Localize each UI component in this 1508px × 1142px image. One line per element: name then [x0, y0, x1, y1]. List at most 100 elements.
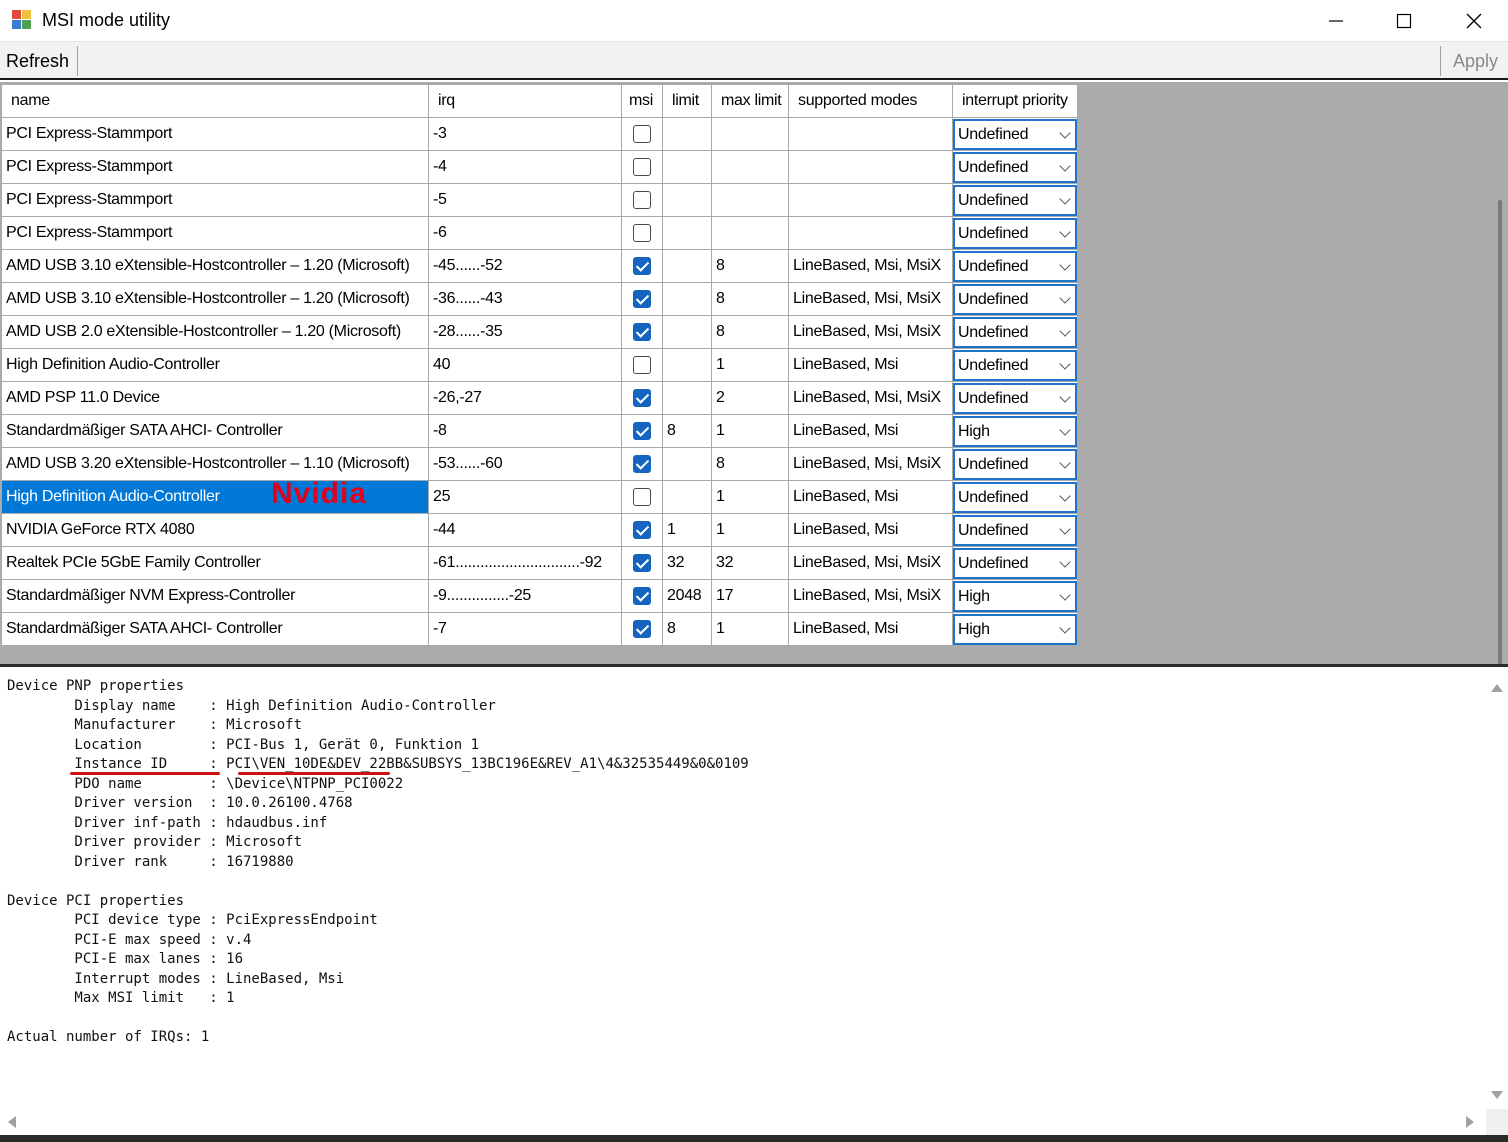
cell-name[interactable]: NVIDIA GeForce RTX 4080 [1, 513, 429, 547]
cell-limit[interactable]: 8 [662, 414, 712, 448]
cell-max-limit[interactable]: 2 [711, 381, 789, 415]
grid-scrollbar[interactable] [1498, 200, 1502, 722]
cell-irq[interactable]: 40 [428, 348, 622, 382]
column-header-max-limit[interactable]: max limit [711, 84, 789, 118]
msi-checkbox[interactable] [633, 620, 651, 638]
cell-irq[interactable]: -61..............................-92 [428, 546, 622, 580]
cell-name[interactable]: Standardmäßiger NVM Express-Controller [1, 579, 429, 613]
close-button[interactable] [1440, 0, 1508, 42]
column-header-msi[interactable]: msi [621, 84, 663, 118]
cell-supported-modes[interactable]: LineBased, Msi, MsiX [788, 546, 953, 580]
device-row[interactable]: PCI Express-Stammport -3 Undefined [1, 117, 1078, 151]
column-header-supported-modes[interactable]: supported modes [788, 84, 953, 118]
cell-max-limit[interactable]: 8 [711, 447, 789, 481]
device-row[interactable]: Standardmäßiger NVM Express-Controller -9… [1, 579, 1078, 613]
cell-supported-modes[interactable]: LineBased, Msi [788, 612, 953, 646]
cell-supported-modes[interactable] [788, 216, 953, 250]
msi-checkbox[interactable] [633, 587, 651, 605]
cell-name[interactable]: PCI Express-Stammport [1, 183, 429, 217]
cell-supported-modes[interactable] [788, 117, 953, 151]
refresh-button[interactable]: Refresh [6, 48, 69, 74]
msi-checkbox[interactable] [633, 488, 651, 506]
cell-max-limit[interactable]: 8 [711, 282, 789, 316]
properties-panel[interactable]: Device PNP properties Display name : Hig… [0, 667, 1486, 1109]
priority-dropdown[interactable]: Undefined [953, 151, 1077, 183]
cell-irq[interactable]: -53......-60 [428, 447, 622, 481]
cell-name[interactable]: AMD USB 2.0 eXtensible-Hostcontroller – … [1, 315, 429, 349]
msi-checkbox[interactable] [633, 323, 651, 341]
cell-max-limit[interactable]: 1 [711, 612, 789, 646]
priority-dropdown[interactable]: Undefined [953, 448, 1077, 480]
priority-dropdown[interactable]: Undefined [953, 481, 1077, 513]
apply-button[interactable]: Apply [1453, 48, 1498, 74]
cell-irq[interactable]: 25 [428, 480, 622, 514]
cell-limit[interactable]: 1 [662, 513, 712, 547]
cell-irq[interactable]: -28......-35 [428, 315, 622, 349]
cell-max-limit[interactable]: 1 [711, 480, 789, 514]
cell-limit[interactable] [662, 117, 712, 151]
priority-dropdown[interactable]: Undefined [953, 382, 1077, 414]
cell-supported-modes[interactable]: LineBased, Msi, MsiX [788, 447, 953, 481]
cell-name[interactable]: Realtek PCIe 5GbE Family Controller [1, 546, 429, 580]
cell-name[interactable]: PCI Express-Stammport [1, 216, 429, 250]
cell-name[interactable]: AMD PSP 11.0 Device [1, 381, 429, 415]
cell-supported-modes[interactable]: LineBased, Msi [788, 513, 953, 547]
msi-checkbox[interactable] [633, 356, 651, 374]
cell-name[interactable]: PCI Express-Stammport [1, 117, 429, 151]
cell-irq[interactable]: -9...............-25 [428, 579, 622, 613]
msi-checkbox[interactable] [633, 290, 651, 308]
cell-limit[interactable]: 2048 [662, 579, 712, 613]
cell-supported-modes[interactable]: LineBased, Msi [788, 414, 953, 448]
device-row[interactable]: Standardmäßiger SATA AHCI- Controller -7 8… [1, 612, 1078, 646]
properties-horizontal-scrollbar[interactable] [0, 1109, 1486, 1135]
scroll-up-icon[interactable] [1490, 682, 1504, 694]
cell-supported-modes[interactable]: LineBased, Msi [788, 480, 953, 514]
scroll-down-icon[interactable] [1490, 1089, 1504, 1101]
msi-checkbox[interactable] [633, 554, 651, 572]
msi-checkbox[interactable] [633, 125, 651, 143]
device-row[interactable]: AMD USB 3.10 eXtensible-Hostcontroller –… [1, 249, 1078, 283]
cell-max-limit[interactable] [711, 183, 789, 217]
device-row[interactable]: Realtek PCIe 5GbE Family Controller -61..… [1, 546, 1078, 580]
cell-name[interactable]: AMD USB 3.10 eXtensible-Hostcontroller –… [1, 249, 429, 283]
msi-checkbox[interactable] [633, 455, 651, 473]
priority-dropdown[interactable]: High [953, 415, 1077, 447]
cell-supported-modes[interactable] [788, 150, 953, 184]
column-header-name[interactable]: name [1, 84, 429, 118]
cell-supported-modes[interactable]: LineBased, Msi, MsiX [788, 282, 953, 316]
cell-max-limit[interactable] [711, 150, 789, 184]
cell-limit[interactable] [662, 216, 712, 250]
msi-checkbox[interactable] [633, 191, 651, 209]
cell-irq[interactable]: -45......-52 [428, 249, 622, 283]
priority-dropdown[interactable]: High [953, 613, 1077, 645]
priority-dropdown[interactable]: Undefined [953, 250, 1077, 282]
cell-irq[interactable]: -5 [428, 183, 622, 217]
priority-dropdown[interactable]: Undefined [953, 349, 1077, 381]
cell-limit[interactable]: 8 [662, 612, 712, 646]
device-row[interactable]: PCI Express-Stammport -4 Undefined [1, 150, 1078, 184]
maximize-button[interactable] [1370, 0, 1438, 42]
cell-max-limit[interactable] [711, 117, 789, 151]
cell-name[interactable]: PCI Express-Stammport [1, 150, 429, 184]
cell-limit[interactable]: 32 [662, 546, 712, 580]
msi-checkbox[interactable] [633, 158, 651, 176]
properties-vertical-scrollbar[interactable] [1486, 667, 1508, 1109]
column-header-irq[interactable]: irq [428, 84, 622, 118]
device-row[interactable]: AMD USB 3.20 eXtensible-Hostcontroller –… [1, 447, 1078, 481]
cell-max-limit[interactable]: 1 [711, 414, 789, 448]
priority-dropdown[interactable]: Undefined [953, 118, 1077, 150]
device-row[interactable]: AMD USB 3.10 eXtensible-Hostcontroller –… [1, 282, 1078, 316]
cell-max-limit[interactable]: 8 [711, 315, 789, 349]
cell-limit[interactable] [662, 315, 712, 349]
cell-irq[interactable]: -36......-43 [428, 282, 622, 316]
cell-supported-modes[interactable]: LineBased, Msi, MsiX [788, 579, 953, 613]
cell-limit[interactable] [662, 348, 712, 382]
cell-irq[interactable]: -44 [428, 513, 622, 547]
cell-name[interactable]: High Definition Audio-Controller [1, 348, 429, 382]
cell-irq[interactable]: -26,-27 [428, 381, 622, 415]
cell-max-limit[interactable]: 17 [711, 579, 789, 613]
cell-name[interactable]: AMD USB 3.10 eXtensible-Hostcontroller –… [1, 282, 429, 316]
device-row[interactable]: High Definition Audio-Controller 40 1 LineB… [1, 348, 1078, 382]
cell-supported-modes[interactable]: LineBased, Msi, MsiX [788, 381, 953, 415]
cell-irq[interactable]: -6 [428, 216, 622, 250]
